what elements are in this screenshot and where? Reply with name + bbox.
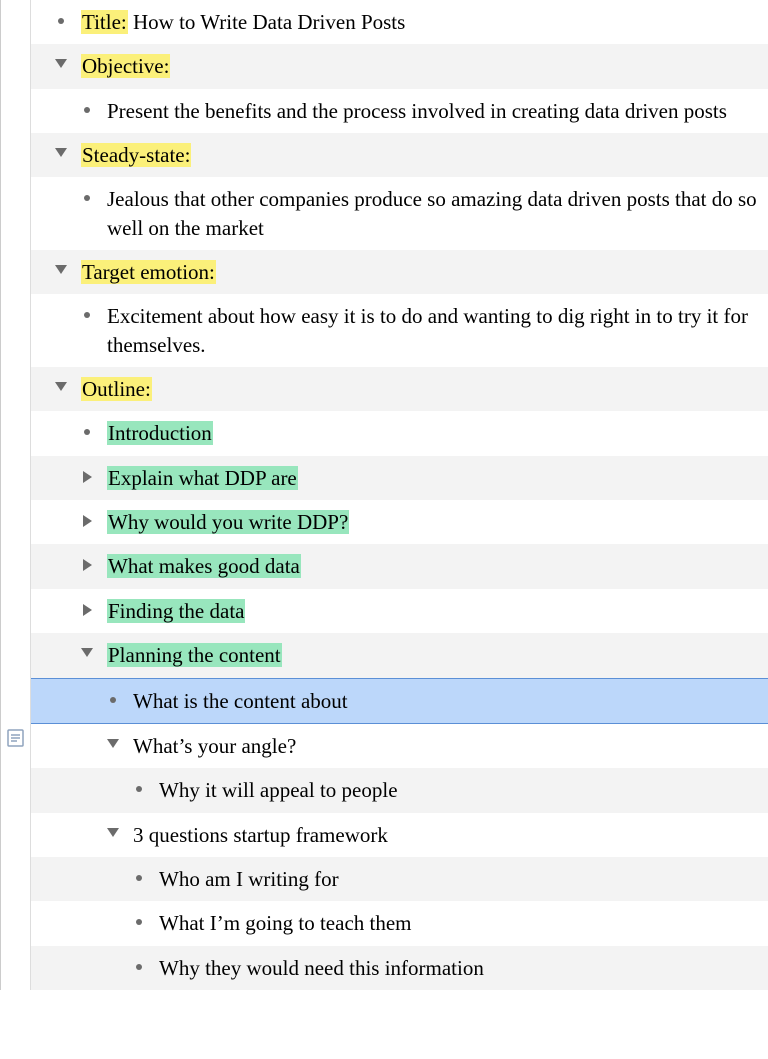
label-outline: Outline: [81,377,152,401]
outline-explain: Explain what DDP are [107,466,298,490]
framework-teach: What I’m going to teach them [151,909,762,937]
bullet-icon [136,964,142,970]
chevron-right-icon[interactable] [83,559,92,571]
framework-need: Why they would need this information [151,954,762,982]
bullet-icon [84,107,90,113]
objective-text: Present the benefits and the process inv… [99,97,762,125]
row-why[interactable]: Why would you write DDP? [31,500,768,544]
note-icon[interactable] [6,728,26,748]
bullet-icon [84,312,90,318]
row-objective[interactable]: Objective: [31,44,768,88]
planning-about: What is the content about [125,687,762,715]
row-gooddata[interactable]: What makes good data [31,544,768,588]
bullet-icon [84,429,90,435]
chevron-down-icon[interactable] [55,59,67,68]
outline-editor: Title: How to Write Data Driven Posts Ob… [0,0,768,990]
bullet-icon [58,18,64,24]
row-objective-text[interactable]: Present the benefits and the process inv… [31,89,768,133]
angle-child: Why it will appeal to people [151,776,762,804]
row-angle-child[interactable]: Why it will appeal to people [31,768,768,812]
chevron-down-icon[interactable] [107,739,119,748]
row-framework-who[interactable]: Who am I writing for [31,857,768,901]
label-objective: Objective: [81,54,170,78]
target-text: Excitement about how easy it is to do an… [99,302,762,359]
row-steady-text[interactable]: Jealous that other companies produce so … [31,177,768,250]
chevron-right-icon[interactable] [83,471,92,483]
outline-why: Why would you write DDP? [107,510,349,534]
chevron-right-icon[interactable] [83,515,92,527]
outline-gooddata: What makes good data [107,554,301,578]
bullet-icon [136,875,142,881]
chevron-down-icon[interactable] [55,382,67,391]
row-planning[interactable]: Planning the content [31,633,768,677]
planning-framework: 3 questions startup framework [125,821,762,849]
chevron-down-icon[interactable] [81,648,93,657]
gutter [1,0,31,990]
row-framework-need[interactable]: Why they would need this information [31,946,768,990]
row-angle[interactable]: What’s your angle? [31,724,768,768]
row-framework-teach[interactable]: What I’m going to teach them [31,901,768,945]
label-target: Target emotion: [81,260,216,284]
row-outline[interactable]: Outline: [31,367,768,411]
title-cell: Title: How to Write Data Driven Posts [73,8,762,36]
row-content-about[interactable]: What is the content about [31,678,768,724]
outline-rows: Title: How to Write Data Driven Posts Ob… [31,0,768,990]
row-intro[interactable]: Introduction [31,411,768,455]
outline-planning: Planning the content [107,643,282,667]
framework-who: Who am I writing for [151,865,762,893]
row-explain[interactable]: Explain what DDP are [31,456,768,500]
label-title: Title: [81,10,128,34]
label-steady: Steady-state: [81,143,191,167]
bullet-icon [136,919,142,925]
steady-text: Jealous that other companies produce so … [99,185,762,242]
bullet-icon [136,786,142,792]
row-framework[interactable]: 3 questions startup framework [31,813,768,857]
bullet-icon [84,195,90,201]
chevron-down-icon[interactable] [55,148,67,157]
chevron-right-icon[interactable] [83,604,92,616]
row-target[interactable]: Target emotion: [31,250,768,294]
planning-angle: What’s your angle? [125,732,762,760]
row-finding[interactable]: Finding the data [31,589,768,633]
chevron-down-icon[interactable] [55,265,67,274]
title-text: How to Write Data Driven Posts [128,10,406,34]
row-target-text[interactable]: Excitement about how easy it is to do an… [31,294,768,367]
outline-intro: Introduction [107,421,213,445]
chevron-down-icon[interactable] [107,828,119,837]
bullet-icon [110,697,116,703]
row-steady[interactable]: Steady-state: [31,133,768,177]
row-title[interactable]: Title: How to Write Data Driven Posts [31,0,768,44]
outline-finding: Finding the data [107,599,245,623]
